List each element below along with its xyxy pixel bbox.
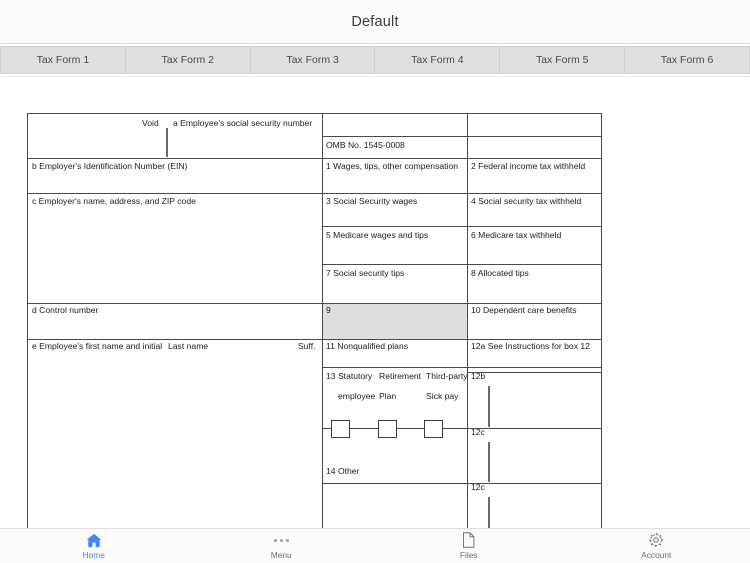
label-box-13-employee: employee [338, 391, 376, 401]
gear-icon [648, 532, 664, 548]
label-box-1: 1 Wages, tips, other compensation [326, 161, 458, 171]
page-title: Default [351, 13, 399, 30]
label-box-13-plan: Plan [379, 391, 397, 401]
checkbox-third-party-sick-pay[interactable] [424, 420, 443, 438]
nav-label-menu: Menu [270, 549, 292, 560]
label-box-e-suffix: Suff. [298, 341, 316, 351]
form-hrule [322, 264, 601, 265]
label-box-c: c Employer's name, address, and ZIP code [32, 196, 196, 206]
app-root: Default Tax Form 1 Tax Form 2 Tax Form 3… [0, 0, 750, 563]
box-12c-code-tick [488, 442, 490, 482]
form-hrule [28, 158, 601, 159]
file-icon [462, 532, 475, 548]
nav-item-menu[interactable]: Menu [188, 529, 376, 563]
dots-icon [273, 533, 289, 548]
label-void: Void [142, 118, 159, 128]
nav-label-account: Account [641, 549, 672, 560]
label-box-4: 4 Social security tax withheld [471, 196, 582, 206]
label-box-13-third-party: Third-party [426, 371, 468, 381]
label-box-b: b Employer's Identification Number (EIN) [32, 161, 188, 171]
label-box-6: 6 Medicare tax withheld [471, 230, 562, 240]
label-box-12c: 12c [471, 427, 485, 437]
label-box-12a: 12a See Instructions for box 12 [471, 341, 590, 351]
form-hrule [467, 372, 601, 373]
bottom-nav: Home Menu Files Account [0, 528, 750, 563]
app-header: Default [0, 0, 750, 44]
form-hrule [322, 136, 601, 137]
label-box-11: 11 Nonqualified plans [326, 341, 409, 351]
void-divider-tick [166, 128, 168, 157]
label-box-2: 2 Federal income tax withheld [471, 161, 586, 171]
nav-item-files[interactable]: Files [375, 529, 563, 563]
form-vrule-right [467, 114, 468, 528]
nav-item-home[interactable]: Home [0, 529, 188, 563]
label-box-12b: 12b [471, 371, 486, 381]
label-box-3: 3 Social Security wages [326, 196, 418, 206]
label-box-12d: 12c [471, 482, 485, 492]
label-box-13-sick-pay: Sick pay [426, 391, 459, 401]
label-box-13-retirement: Retirement [379, 371, 422, 381]
tab-tax-form-1[interactable]: Tax Form 1 [0, 46, 126, 74]
label-box-7: 7 Social security tips [326, 268, 405, 278]
label-box-9: 9 [326, 305, 331, 315]
label-box-d: d Control number [32, 305, 99, 315]
form-hrule [322, 367, 601, 368]
box-12b-code-tick [488, 386, 490, 427]
label-box-e-last: Last name [168, 341, 209, 351]
form-hrule [28, 303, 601, 304]
label-box-5: 5 Medicare wages and tips [326, 230, 429, 240]
tab-tax-form-6[interactable]: Tax Form 6 [625, 46, 750, 74]
label-box-8: 8 Allocated tips [471, 268, 529, 278]
nav-item-account[interactable]: Account [563, 529, 750, 563]
label-box-a: a Employee's social security number [173, 118, 313, 128]
label-box-10: 10 Dependent care benefits [471, 305, 577, 315]
label-box-e: e Employee's first name and initial [32, 341, 163, 351]
form-hrule [28, 193, 601, 194]
checkbox-retirement-plan[interactable] [378, 420, 397, 438]
nav-label-files: Files [459, 549, 478, 560]
tab-strip: Tax Form 1 Tax Form 2 Tax Form 3 Tax For… [0, 45, 750, 77]
tab-tax-form-5[interactable]: Tax Form 5 [500, 46, 626, 74]
label-box-13: 13 Statutory [326, 371, 373, 381]
w2-form-sheet: Void a Employee's social security number… [27, 113, 602, 528]
label-box-14: 14 Other [326, 466, 360, 476]
tab-tax-form-2[interactable]: Tax Form 2 [125, 46, 251, 74]
form-hrule [28, 339, 601, 340]
home-icon [86, 533, 102, 548]
tab-tax-form-3[interactable]: Tax Form 3 [250, 46, 376, 74]
label-omb: OMB No. 1545-0008 [326, 140, 405, 150]
nav-label-home: Home [82, 549, 105, 560]
tab-tax-form-4[interactable]: Tax Form 4 [375, 46, 501, 74]
form-hrule [322, 483, 601, 484]
box-12d-code-tick [488, 497, 490, 528]
checkbox-statutory-employee[interactable] [331, 420, 350, 438]
form-hrule [322, 428, 601, 429]
form-hrule [322, 226, 601, 227]
box-9-shade [323, 304, 467, 339]
